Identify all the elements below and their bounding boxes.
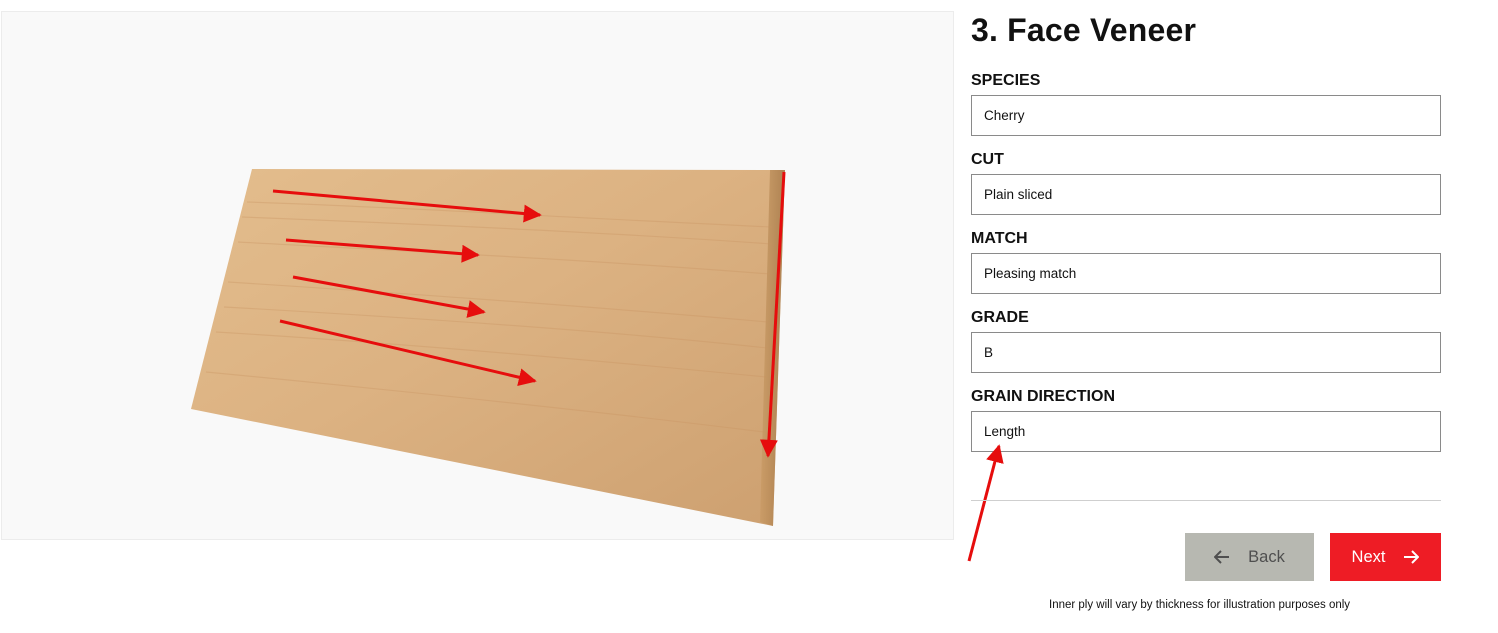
veneer-panel bbox=[191, 169, 785, 526]
match-label: MATCH bbox=[971, 230, 1028, 247]
divider bbox=[971, 500, 1441, 501]
back-button[interactable]: Back bbox=[1185, 533, 1314, 581]
back-button-label: Back bbox=[1248, 547, 1285, 566]
grade-select[interactable]: B bbox=[971, 332, 1441, 373]
next-button[interactable]: Next bbox=[1330, 533, 1441, 581]
arrow-left-icon bbox=[1214, 550, 1230, 564]
panel-preview-viewer[interactable] bbox=[1, 11, 954, 540]
cut-label: CUT bbox=[971, 151, 1004, 168]
grain-direction-select[interactable]: Length bbox=[971, 411, 1441, 452]
cut-select[interactable]: Plain sliced bbox=[971, 174, 1441, 215]
arrow-right-icon bbox=[1403, 550, 1420, 564]
species-label: SPECIES bbox=[971, 72, 1041, 89]
grade-label: GRADE bbox=[971, 309, 1029, 326]
grain-direction-label: GRAIN DIRECTION bbox=[971, 388, 1115, 405]
match-select[interactable]: Pleasing match bbox=[971, 253, 1441, 294]
page-title: 3. Face Veneer bbox=[971, 12, 1197, 48]
panel-preview-svg bbox=[191, 169, 786, 526]
annotation-arrow bbox=[967, 444, 1004, 562]
illustration-note: Inner ply will vary by thickness for ill… bbox=[1049, 599, 1351, 611]
next-button-label: Next bbox=[1351, 547, 1386, 566]
species-select[interactable]: Cherry bbox=[971, 95, 1441, 136]
